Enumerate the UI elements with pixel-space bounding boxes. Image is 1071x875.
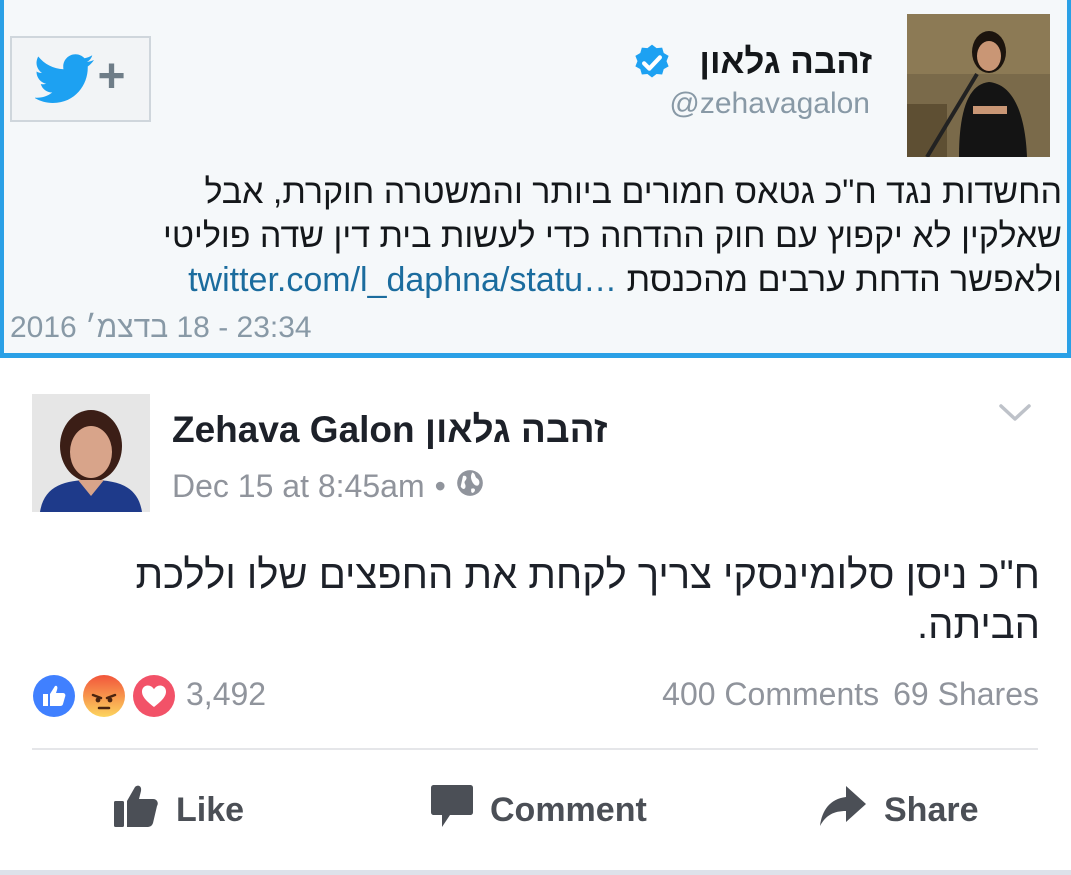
tweet-text-line: ולאפשר הדחת ערבים מהכנסת twitter.com/l_d…: [10, 258, 1062, 302]
divider: [32, 748, 1038, 750]
post-stats: 400 Comments 69 Shares: [662, 674, 1039, 714]
post-author-name[interactable]: Zehava Galon זהבה גלאון: [172, 408, 607, 452]
tweet-text-end: ולאפשר הדחת ערבים מהכנסת: [626, 261, 1062, 299]
tweet-profile-photo[interactable]: [907, 14, 1050, 157]
shares-count[interactable]: 69 Shares: [893, 674, 1039, 714]
embedded-tweet: + זהבה גלאון @zehavagalon החשדות נגד ח"כ…: [0, 0, 1071, 358]
avatar[interactable]: [32, 394, 150, 512]
comment-button[interactable]: Comment: [430, 784, 647, 834]
tweet-display-name[interactable]: זהבה גלאון: [699, 42, 872, 82]
post-text-line: הביתה.: [917, 603, 1040, 647]
tweet-text: החשדות נגד ח"כ גטאס חמורים ביותר והמשטרה…: [10, 170, 1062, 302]
globe-icon[interactable]: [456, 466, 484, 506]
reaction-icons[interactable]: [30, 672, 180, 722]
facebook-post: Zehava Galon זהבה גלאון Dec 15 at 8:45am…: [0, 358, 1071, 875]
chevron-down-icon[interactable]: [998, 402, 1032, 429]
follow-button[interactable]: +: [10, 36, 151, 122]
share-label: Share: [884, 790, 979, 829]
reaction-count[interactable]: 3,492: [186, 674, 266, 714]
post-text-line: ח"כ ניסן סלומינסקי צריך לקחת את החפצים ש…: [135, 553, 1041, 597]
tweet-handle[interactable]: @zehavagalon: [669, 86, 870, 122]
follow-plus-label: +: [97, 50, 126, 103]
comments-count[interactable]: 400 Comments: [662, 674, 879, 714]
twitter-bird-icon: [35, 54, 95, 104]
share-arrow-icon: [818, 784, 868, 837]
comment-icon: [430, 783, 474, 838]
post-text: ח"כ ניסן סלומינסקי צריך לקחת את החפצים ש…: [40, 550, 1041, 650]
tweet-text-line: החשדות נגד ח"כ גטאס חמורים ביותר והמשטרה…: [204, 173, 1062, 211]
like-reaction-icon: [30, 672, 78, 720]
love-reaction-icon: [130, 672, 178, 720]
tweet-link[interactable]: twitter.com/l_daphna/statu…: [188, 261, 617, 299]
post-date[interactable]: Dec 15 at 8:45am: [172, 466, 425, 506]
post-meta: Dec 15 at 8:45am •: [172, 466, 484, 506]
tweet-text-line: שאלקין לא יקפוץ עם חוק ההדחה כדי לעשות ב…: [163, 217, 1062, 255]
angry-reaction-icon: [80, 672, 128, 720]
comment-label: Comment: [490, 790, 647, 829]
like-label: Like: [176, 790, 245, 829]
thumbs-up-icon: [112, 783, 160, 838]
tweet-timestamp[interactable]: 23:34 - 18 בדצמ׳ 2016: [10, 310, 312, 346]
meta-separator: •: [434, 468, 446, 504]
verified-badge-icon: [631, 42, 673, 89]
like-button[interactable]: Like: [112, 785, 245, 834]
share-button[interactable]: Share: [818, 784, 979, 837]
